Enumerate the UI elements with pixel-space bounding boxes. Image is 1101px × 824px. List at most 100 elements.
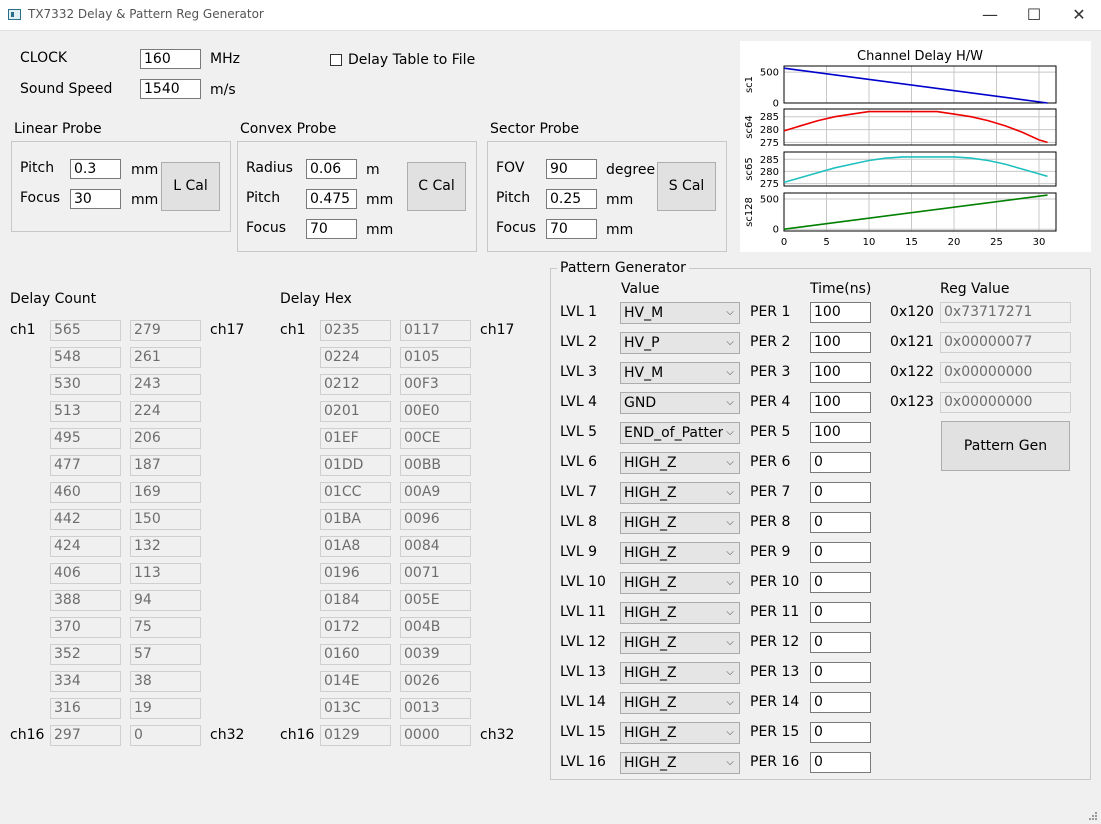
delay-hex-cell: 0212: [320, 374, 391, 395]
delay-to-file-checkbox[interactable]: [330, 54, 342, 66]
sector-fov-input[interactable]: 90: [546, 159, 597, 179]
time-input[interactable]: 100: [810, 422, 871, 443]
delay-count-cell: 477: [50, 455, 121, 476]
sound-speed-unit: m/s: [210, 82, 236, 98]
time-input[interactable]: 0: [810, 572, 871, 593]
level-select[interactable]: HIGH_Z ⌵: [620, 752, 740, 774]
series-line-sc128: [783, 194, 1048, 230]
time-input[interactable]: 0: [810, 512, 871, 533]
delay-count-cell: 530: [50, 374, 121, 395]
reg-value-header: Reg Value: [940, 281, 1010, 297]
chevron-down-icon: ⌵: [723, 723, 737, 743]
level-select[interactable]: HIGH_Z ⌵: [620, 572, 740, 594]
minimize-icon[interactable]: —: [967, 0, 1013, 30]
delay-hex-cell: 0196: [320, 563, 391, 584]
x-tick-label: 10: [863, 237, 876, 248]
delay-hex-cell: 0013: [400, 698, 471, 719]
c-cal-button[interactable]: C Cal: [407, 162, 466, 211]
time-input[interactable]: 100: [810, 392, 871, 413]
clock-input[interactable]: 160: [140, 49, 201, 69]
convex-focus-unit: mm: [366, 222, 394, 238]
x-tick-label: 25: [990, 237, 1003, 248]
level-select-value: HV_M: [624, 365, 664, 381]
time-input[interactable]: 0: [810, 722, 871, 743]
resize-grip-icon[interactable]: [1088, 811, 1098, 821]
close-icon[interactable]: ✕: [1056, 0, 1101, 30]
sector-focus-input[interactable]: 70: [546, 219, 597, 239]
level-select[interactable]: HV_M ⌵: [620, 302, 740, 324]
delay-hex-cell: 01CC: [320, 482, 391, 503]
level-select[interactable]: HIGH_Z ⌵: [620, 722, 740, 744]
reg-address: 0x122: [890, 364, 934, 380]
time-input[interactable]: 0: [810, 752, 871, 773]
lvl-label: LVL 16: [560, 754, 606, 770]
per-label: PER 2: [750, 334, 791, 350]
delay-hex-ch16-label: ch16: [280, 727, 315, 743]
level-select[interactable]: HIGH_Z ⌵: [620, 482, 740, 504]
level-select[interactable]: HV_M ⌵: [620, 362, 740, 384]
maximize-icon[interactable]: ☐: [1011, 0, 1057, 30]
sector-focus-label: Focus: [496, 220, 536, 236]
level-select-value: HV_P: [624, 335, 660, 351]
delay-hex-cell: 005E: [400, 590, 471, 611]
time-input[interactable]: 0: [810, 662, 871, 683]
level-select[interactable]: HIGH_Z ⌵: [620, 452, 740, 474]
level-select[interactable]: HIGH_Z ⌵: [620, 662, 740, 684]
time-input[interactable]: 100: [810, 332, 871, 353]
level-select-value: HIGH_Z: [624, 545, 677, 561]
y-axis-label: sc65: [744, 157, 755, 180]
time-input[interactable]: 0: [810, 542, 871, 563]
time-input[interactable]: 100: [810, 362, 871, 383]
convex-pitch-label: Pitch: [246, 190, 281, 206]
time-input[interactable]: 0: [810, 692, 871, 713]
per-label: PER 6: [750, 454, 791, 470]
reg-value-field: 0x00000000: [940, 392, 1071, 413]
sector-focus-unit: mm: [606, 222, 634, 238]
convex-probe-title: Convex Probe: [240, 121, 337, 137]
per-label: PER 5: [750, 424, 791, 440]
sector-pitch-input[interactable]: 0.25: [546, 189, 597, 209]
pattern-generator-title: Pattern Generator: [557, 260, 689, 276]
level-select-value: END_of_Pattern: [624, 425, 732, 441]
level-select[interactable]: HIGH_Z ⌵: [620, 692, 740, 714]
s-cal-button[interactable]: S Cal: [657, 162, 716, 211]
level-select[interactable]: HIGH_Z ⌵: [620, 632, 740, 654]
level-select-value: HIGH_Z: [624, 665, 677, 681]
convex-pitch-input[interactable]: 0.475: [306, 189, 357, 209]
clock-unit: MHz: [210, 51, 240, 67]
l-cal-button[interactable]: L Cal: [161, 162, 220, 211]
level-select[interactable]: HIGH_Z ⌵: [620, 602, 740, 624]
level-select-value: HIGH_Z: [624, 515, 677, 531]
lvl-label: LVL 10: [560, 574, 606, 590]
level-select-value: HIGH_Z: [624, 725, 677, 741]
time-input[interactable]: 0: [810, 602, 871, 623]
level-select[interactable]: GND ⌵: [620, 392, 740, 414]
delay-count-cell: 224: [130, 401, 201, 422]
convex-focus-input[interactable]: 70: [306, 219, 357, 239]
convex-radius-input[interactable]: 0.06: [306, 159, 357, 179]
level-select[interactable]: HV_P ⌵: [620, 332, 740, 354]
level-select[interactable]: END_of_Pattern ⌵: [620, 422, 740, 444]
reg-value-field: 0x00000077: [940, 332, 1071, 353]
lvl-label: LVL 7: [560, 484, 597, 500]
chevron-down-icon: ⌵: [723, 543, 737, 563]
sound-speed-input[interactable]: 1540: [140, 79, 201, 99]
y-tick-label: 0: [773, 225, 779, 236]
pattern-gen-button[interactable]: Pattern Gen: [941, 421, 1070, 471]
time-input[interactable]: 100: [810, 302, 871, 323]
delay-count-cell: 352: [50, 644, 121, 665]
level-select-value: HIGH_Z: [624, 755, 677, 771]
time-input[interactable]: 0: [810, 452, 871, 473]
delay-hex-cell: 0224: [320, 347, 391, 368]
linear-pitch-input[interactable]: 0.3: [70, 159, 121, 179]
level-select[interactable]: HIGH_Z ⌵: [620, 512, 740, 534]
per-label: PER 8: [750, 514, 791, 530]
y-axis-label: sc64: [744, 115, 755, 138]
linear-focus-input[interactable]: 30: [70, 189, 121, 209]
time-input[interactable]: 0: [810, 632, 871, 653]
lvl-label: LVL 1: [560, 304, 597, 320]
level-select[interactable]: HIGH_Z ⌵: [620, 542, 740, 564]
lvl-label: LVL 4: [560, 394, 597, 410]
delay-count-cell: 169: [130, 482, 201, 503]
time-input[interactable]: 0: [810, 482, 871, 503]
